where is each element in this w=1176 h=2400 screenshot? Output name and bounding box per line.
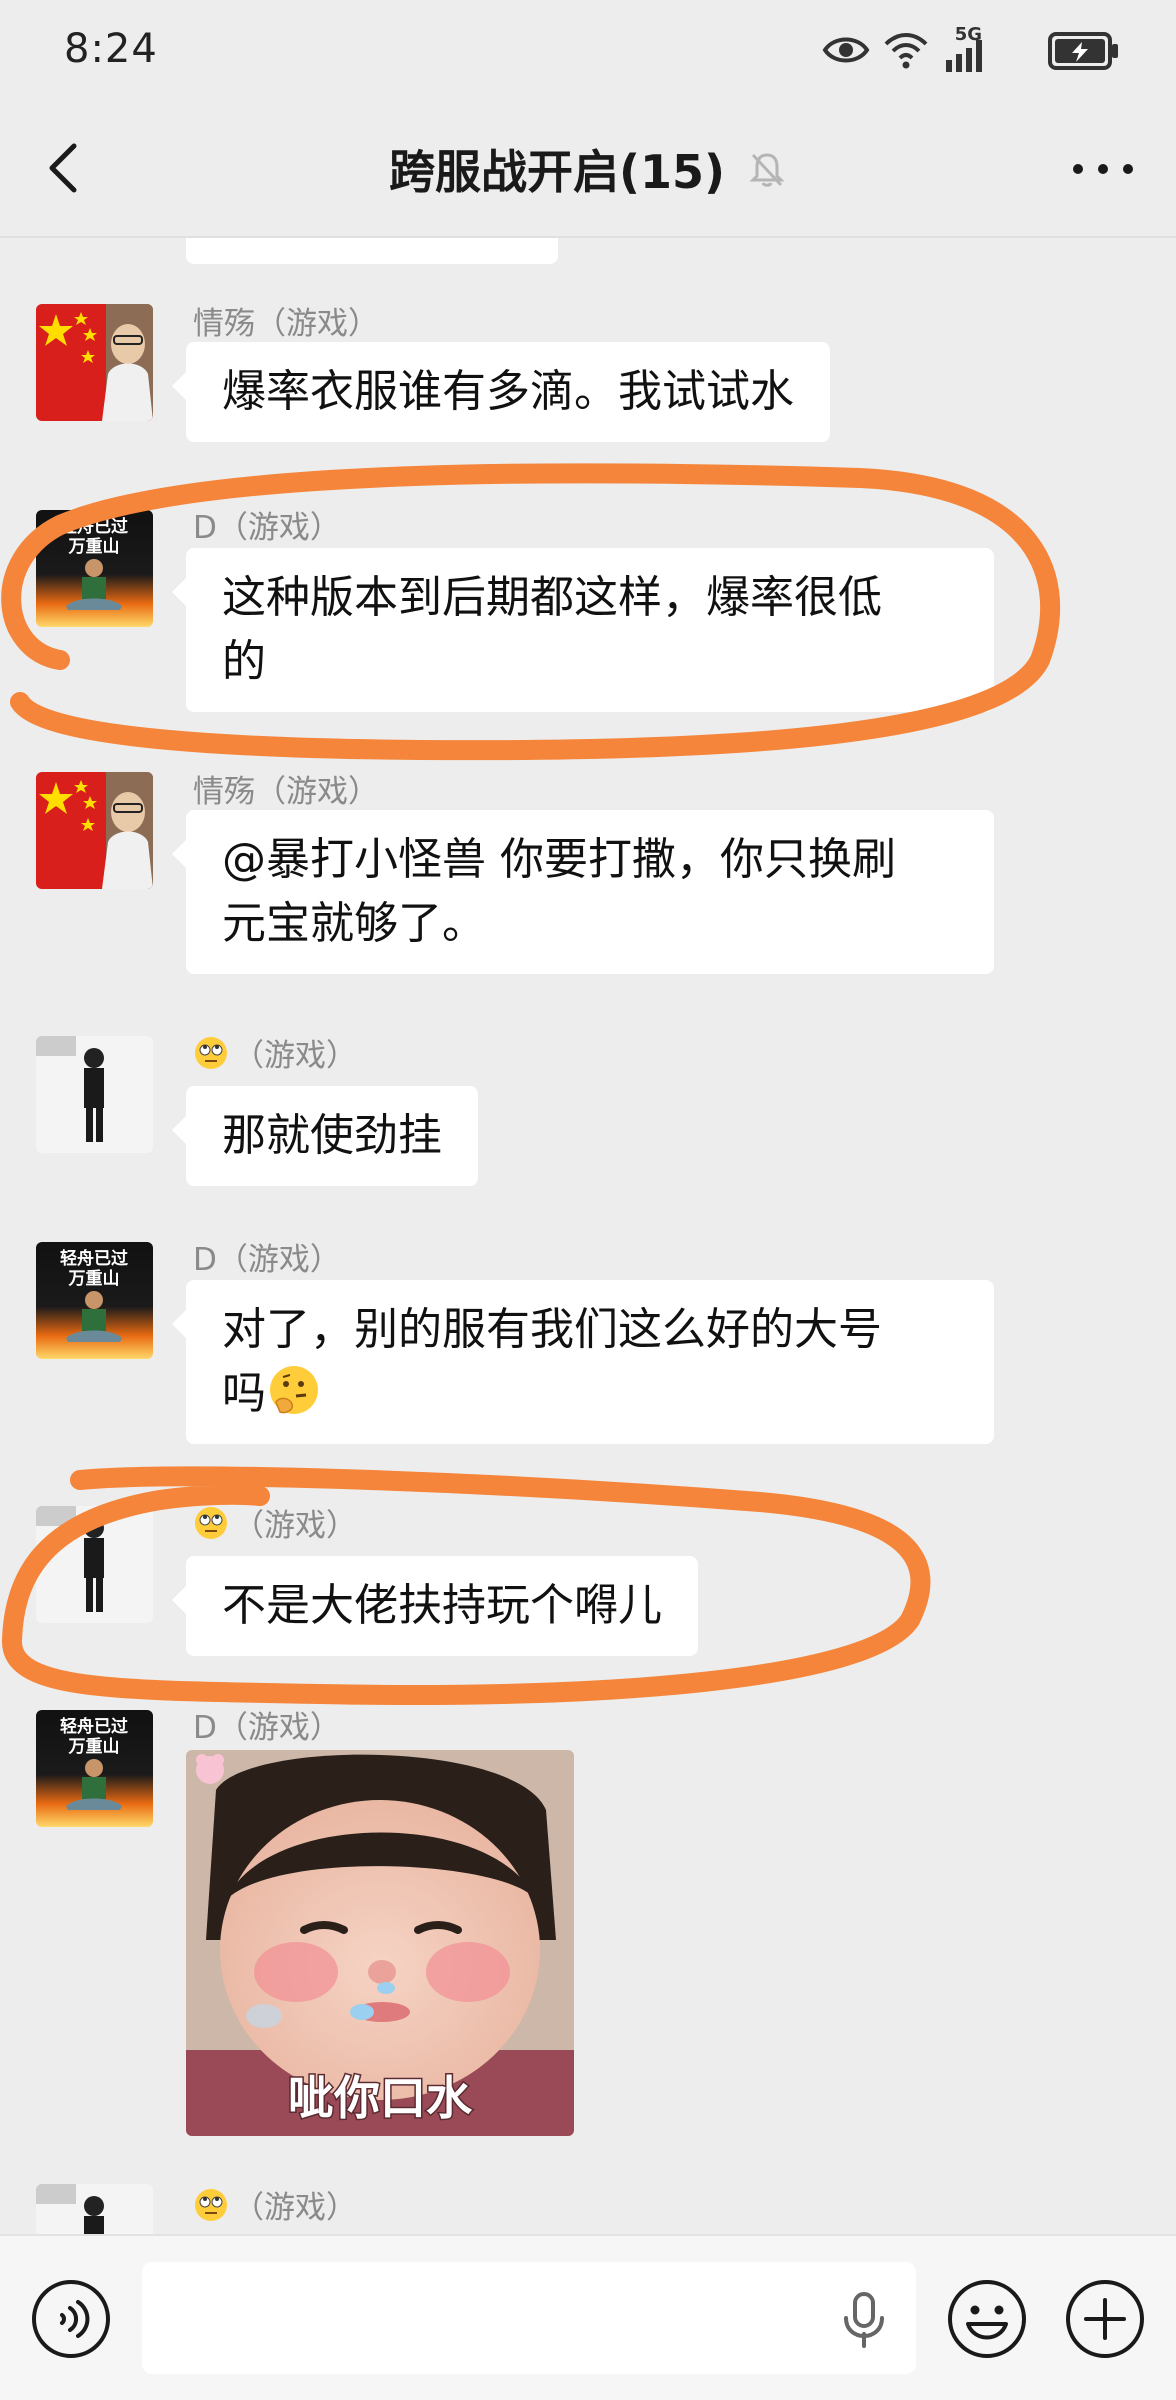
sender-name: 情殇（游戏） bbox=[193, 774, 379, 810]
eye-roll-emoji-icon bbox=[195, 1036, 227, 1069]
sticker-caption: 呲你口水 bbox=[288, 2071, 473, 2125]
more-dots-icon[interactable] bbox=[1068, 144, 1138, 194]
eye-roll-emoji-icon bbox=[195, 1506, 227, 1539]
chat-area[interactable]: 情殇（游戏） 爆率衣服谁有多滴。我试试水 轻舟已过 万重山 D（游戏） 这种版本… bbox=[0, 238, 1176, 2234]
status-time: 8:24 bbox=[64, 26, 158, 72]
emoji-icon[interactable] bbox=[946, 2278, 1028, 2360]
avatar-figure-image: 轻舟已过 万重山 bbox=[36, 510, 153, 627]
avatar[interactable] bbox=[36, 2184, 153, 2234]
status-bar: 8:24 5G bbox=[0, 0, 1176, 100]
avatar-person-image bbox=[36, 1036, 153, 1153]
avatar[interactable] bbox=[36, 1506, 153, 1623]
sender-name: （游戏） bbox=[233, 2190, 357, 2226]
svg-text:轻舟已过: 轻舟已过 bbox=[60, 1248, 128, 1269]
message-text-line: 对了，别的服有我们这么好的大号 bbox=[222, 1304, 882, 1355]
message-bubble[interactable]: 爆率衣服谁有多滴。我试试水 bbox=[172, 342, 830, 442]
avatar[interactable] bbox=[36, 1036, 153, 1153]
message-text-line: @暴打小怪兽 你要打撒，你只换刷 bbox=[222, 834, 896, 885]
sender-name: 情殇（游戏） bbox=[193, 306, 379, 342]
signal-icon bbox=[946, 40, 982, 72]
sender-name-container: （游戏） bbox=[193, 1030, 357, 1075]
title-bar: 跨服战开启(15) bbox=[0, 100, 1176, 238]
message-text-line-with-emoji: 吗 bbox=[222, 1362, 958, 1426]
sender-name: D（游戏） bbox=[193, 1710, 341, 1746]
mic-icon[interactable] bbox=[836, 2290, 892, 2350]
sender-name-container: （游戏） bbox=[193, 1500, 357, 1545]
svg-text:轻舟已过: 轻舟已过 bbox=[60, 516, 128, 537]
avatar-flag-image bbox=[36, 304, 153, 421]
sender-name: （游戏） bbox=[233, 1038, 357, 1074]
message-text-line: 这种版本到后期都这样，爆率很低 bbox=[222, 572, 882, 623]
avatar-person-image bbox=[36, 1506, 153, 1623]
eye-icon bbox=[822, 37, 870, 63]
message-bubble[interactable]: @暴打小怪兽 你要打撒，你只换刷 元宝就够了。 bbox=[172, 810, 994, 974]
avatar-person-image bbox=[36, 2184, 153, 2234]
avatar[interactable]: 轻舟已过 万重山 bbox=[36, 1242, 153, 1359]
wifi-icon bbox=[884, 33, 928, 69]
voice-icon[interactable] bbox=[30, 2278, 112, 2360]
sender-name: （游戏） bbox=[233, 1508, 357, 1544]
message-bubble[interactable]: 对了，别的服有我们这么好的大号 吗 bbox=[172, 1280, 994, 1444]
avatar-figure-image: 轻舟已过 万重山 bbox=[36, 1242, 153, 1359]
avatar-figure-image: 轻舟已过 万重山 bbox=[36, 1710, 153, 1827]
sender-name: D（游戏） bbox=[193, 1242, 341, 1278]
eye-roll-emoji-icon bbox=[195, 2188, 227, 2221]
svg-text:万重山: 万重山 bbox=[68, 1736, 120, 1757]
plus-icon[interactable] bbox=[1064, 2278, 1146, 2360]
avatar[interactable]: 轻舟已过 万重山 bbox=[36, 510, 153, 627]
message-bubble[interactable]: 这种版本到后期都这样，爆率很低 的 bbox=[172, 548, 994, 712]
avatar-flag-image bbox=[36, 772, 153, 889]
svg-text:轻舟已过: 轻舟已过 bbox=[60, 1716, 128, 1737]
message-bubble[interactable]: 不是大佬扶持玩个嘚儿 bbox=[172, 1556, 698, 1656]
partial-message-bubble bbox=[186, 238, 558, 264]
thinking-face-emoji-icon bbox=[270, 1366, 318, 1414]
message-text-line: 元宝就够了。 bbox=[222, 898, 486, 949]
chat-title: 跨服战开启(15) bbox=[388, 145, 726, 199]
sender-name: D（游戏） bbox=[193, 510, 341, 546]
svg-text:万重山: 万重山 bbox=[68, 1268, 120, 1289]
avatar[interactable] bbox=[36, 772, 153, 889]
message-text-line: 的 bbox=[222, 636, 266, 687]
sender-name-container: （游戏） bbox=[193, 2182, 357, 2227]
battery-icon bbox=[1048, 32, 1118, 70]
svg-text:万重山: 万重山 bbox=[68, 536, 120, 557]
avatar[interactable]: 轻舟已过 万重山 bbox=[36, 1710, 153, 1827]
mute-bell-icon bbox=[749, 153, 785, 187]
avatar[interactable] bbox=[36, 304, 153, 421]
message-input[interactable] bbox=[142, 2262, 916, 2374]
input-bar bbox=[0, 2234, 1176, 2400]
sticker-image[interactable]: 呲你口水 bbox=[186, 1750, 574, 2136]
chat-title-container: 跨服战开启(15) bbox=[0, 136, 1176, 202]
message-bubble[interactable]: 那就使劲挂 bbox=[172, 1086, 478, 1186]
message-text: 吗 bbox=[222, 1368, 266, 1419]
